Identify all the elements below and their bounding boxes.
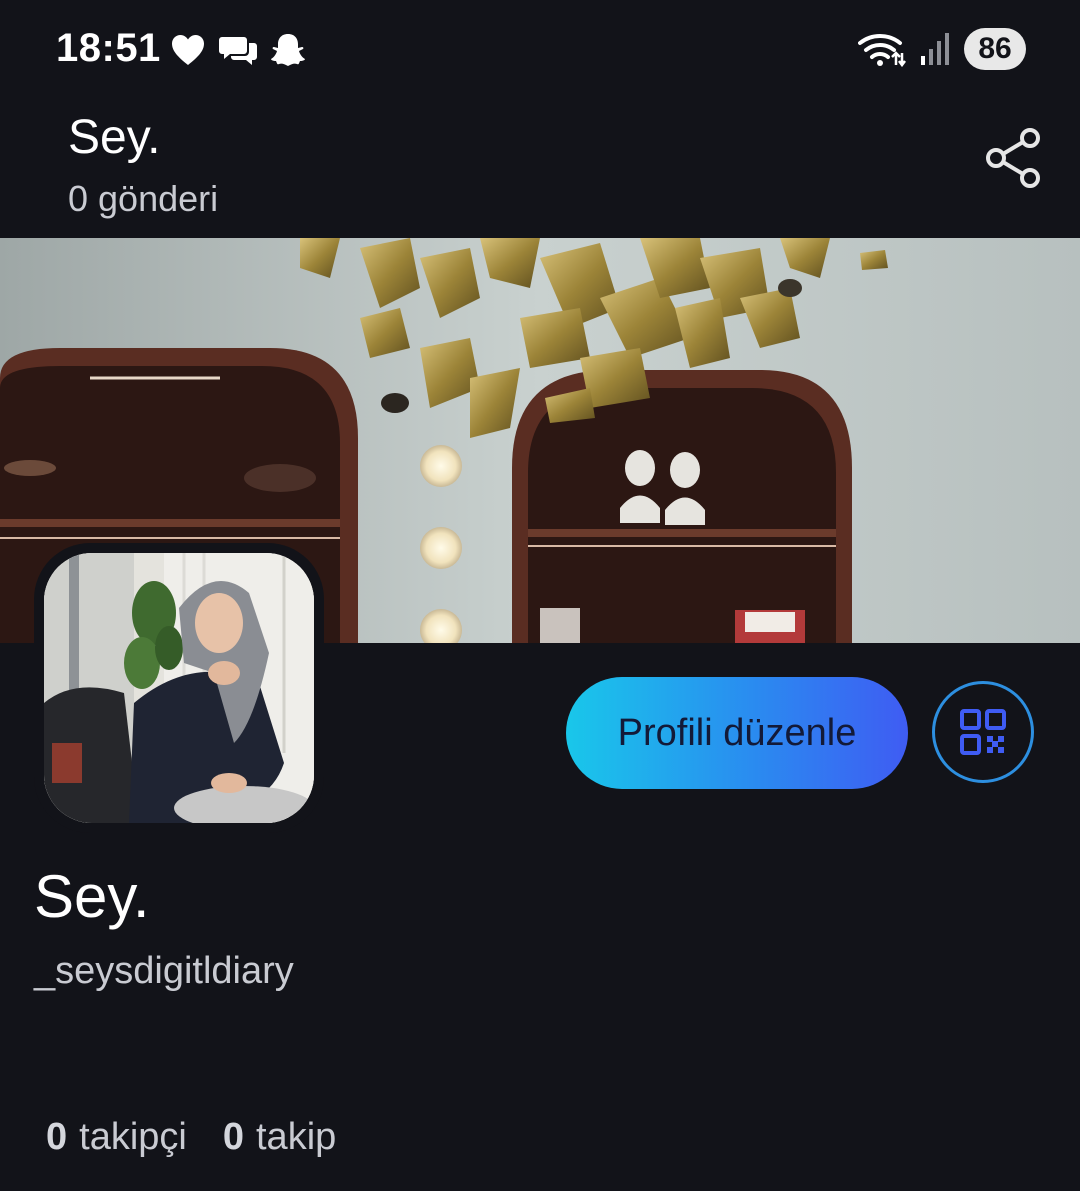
signal-icon [921,33,949,65]
heart-icon [172,35,204,65]
system-icons: 86 [858,28,1026,70]
qr-code-button[interactable] [932,681,1034,783]
profile-screen: 18:51 86 Sey. 0 gönderi Profili düzenle … [0,0,1080,1191]
followers-count: 0 [46,1116,68,1158]
post-count: 0 gönderi [68,178,219,219]
wifi-icon [858,33,906,67]
page-title: Sey. [68,111,161,164]
avatar-photo [44,553,314,823]
battery-level: 86 [978,32,1012,65]
follow-stats: 0 takipçi 0 takip [46,1116,336,1159]
profile-display-name: Sey. [34,863,150,930]
snapchat-ghost-icon [271,34,305,66]
share-button[interactable] [984,126,1044,190]
status-time: 18:51 [56,26,161,70]
notification-icons [170,32,306,68]
edit-profile-button[interactable]: Profili düzenle [566,677,908,789]
followers-stat[interactable]: 0 takipçi [46,1116,187,1159]
share-icon [986,128,1040,188]
chat-bubbles-icon [219,37,257,65]
avatar[interactable] [44,553,314,823]
edit-profile-label: Profili düzenle [617,711,857,754]
followers-label: takipçi [79,1116,187,1158]
following-count: 0 [222,1116,244,1158]
status-bar: 18:51 86 [0,0,1080,100]
battery-icon: 86 [964,28,1026,70]
avatar-frame [34,543,324,833]
following-stat[interactable]: 0 takip [223,1116,336,1159]
following-label: takip [256,1116,337,1158]
profile-handle: _seysdigitldiary [34,950,294,992]
qr-code-icon [960,709,1006,755]
